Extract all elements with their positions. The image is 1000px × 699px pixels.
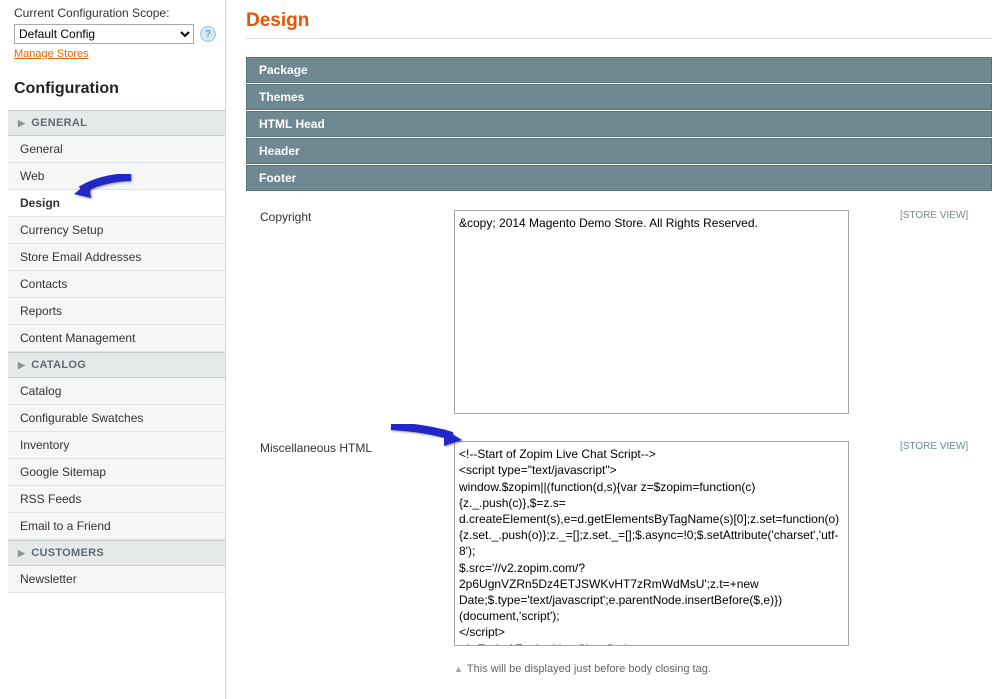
copyright-scope: [STORE VIEW] (892, 204, 992, 423)
config-title: Configuration (14, 80, 225, 98)
copyright-textarea[interactable] (454, 210, 849, 414)
nav-item-store-email[interactable]: Store Email Addresses (8, 244, 225, 271)
nav-item-sitemap[interactable]: Google Sitemap (8, 459, 225, 486)
nav-item-contacts[interactable]: Contacts (8, 271, 225, 298)
nav-header-customers[interactable]: ▶CUSTOMERS (8, 540, 225, 566)
scope-select[interactable]: Default Config (14, 24, 194, 44)
misc-scope: [STORE VIEW] (892, 435, 992, 654)
nav-item-web[interactable]: Web (8, 163, 225, 190)
help-icon[interactable]: ? (200, 26, 216, 42)
misc-hint: ▲This will be displayed just before body… (454, 663, 711, 675)
section-themes[interactable]: Themes (246, 84, 992, 110)
misc-html-label: Miscellaneous HTML (246, 435, 446, 654)
nav-item-catalog[interactable]: Catalog (8, 378, 225, 405)
section-footer[interactable]: Footer (246, 165, 992, 191)
nav-item-rss[interactable]: RSS Feeds (8, 486, 225, 513)
misc-html-textarea[interactable] (454, 441, 849, 645)
manage-stores-link[interactable]: Manage Stores (14, 48, 89, 60)
nav-header-catalog[interactable]: ▶CATALOG (8, 352, 225, 378)
nav-item-design[interactable]: Design (8, 190, 225, 217)
section-package[interactable]: Package (246, 57, 992, 83)
nav-item-newsletter[interactable]: Newsletter (8, 566, 225, 593)
page-title: Design (246, 10, 992, 39)
nav-item-content-mgmt[interactable]: Content Management (8, 325, 225, 352)
scope-label: Current Configuration Scope: (14, 6, 225, 20)
nav-header-general[interactable]: ▶GENERAL (8, 110, 225, 136)
nav-item-general[interactable]: General (8, 136, 225, 163)
copyright-label: Copyright (246, 204, 446, 423)
nav-item-inventory[interactable]: Inventory (8, 432, 225, 459)
nav-item-currency[interactable]: Currency Setup (8, 217, 225, 244)
nav-item-swatches[interactable]: Configurable Swatches (8, 405, 225, 432)
nav-item-email-friend[interactable]: Email to a Friend (8, 513, 225, 540)
nav-item-reports[interactable]: Reports (8, 298, 225, 325)
section-html-head[interactable]: HTML Head (246, 111, 992, 137)
section-header[interactable]: Header (246, 138, 992, 164)
